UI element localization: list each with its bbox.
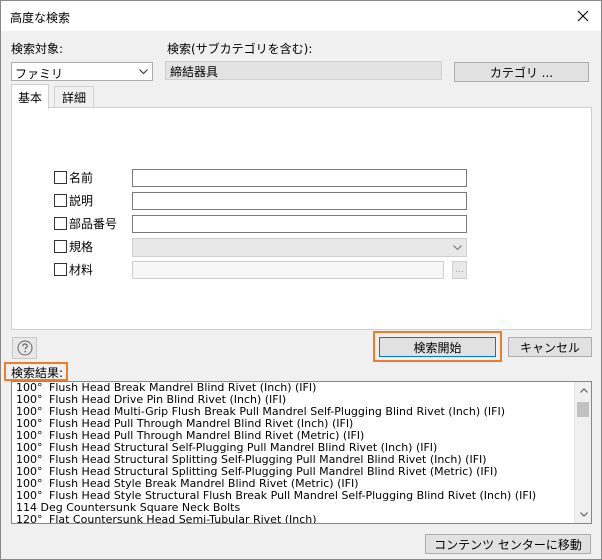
name-input[interactable]	[132, 169, 467, 187]
scroll-up-button[interactable]	[575, 382, 591, 399]
result-col-2: Flat Countersunk Head Semi-Tubular Rivet…	[49, 513, 317, 524]
scroll-down-button[interactable]	[575, 506, 591, 523]
search-category-field: 締結器具	[165, 61, 442, 80]
part-number-input[interactable]	[132, 215, 467, 233]
title-bar: 高度な検索	[1, 1, 601, 31]
description-label: 説明	[69, 194, 94, 208]
tab-detail[interactable]: 詳細	[54, 86, 94, 108]
name-label: 名前	[69, 171, 94, 185]
results-scrollbar[interactable]	[574, 382, 591, 523]
search-target-select[interactable]: ファミリ	[11, 62, 153, 81]
result-col-1: 120°	[16, 513, 43, 524]
window-title: 高度な検索	[10, 11, 71, 25]
search-start-button[interactable]: 検索開始	[379, 337, 496, 357]
standard-select[interactable]	[132, 238, 467, 257]
description-checkbox[interactable]	[54, 194, 67, 207]
results-label: 検索結果:	[11, 366, 64, 380]
search-target-value: ファミリ	[15, 67, 64, 81]
scroll-down-icon	[579, 512, 588, 517]
basic-search-panel: 名前 説明 部品番号 規格 材料 ...	[11, 107, 592, 330]
help-button[interactable]	[12, 337, 37, 359]
part-number-label: 部品番号	[69, 217, 118, 231]
material-checkbox[interactable]	[54, 263, 67, 276]
search-target-label: 検索対象:	[11, 42, 64, 56]
close-icon	[577, 10, 589, 22]
category-button[interactable]: カテゴリ ...	[454, 62, 589, 82]
tab-basic[interactable]: 基本	[11, 84, 49, 109]
search-category-value: 締結器具	[170, 65, 219, 79]
move-to-content-center-button[interactable]: コンテンツ センターに移動	[425, 534, 591, 554]
advanced-search-dialog: 高度な検索 検索対象: ファミリ 検索(サブカテゴリを含む): 締結器具 カテゴ…	[0, 0, 602, 560]
standard-checkbox[interactable]	[54, 240, 67, 253]
search-category-label: 検索(サブカテゴリを含む):	[167, 42, 313, 56]
results-list[interactable]: 100° Flush Head Break Mandrel Blind Rivet…	[11, 381, 592, 524]
cancel-button[interactable]: キャンセル	[508, 337, 592, 357]
list-item[interactable]: 120° Flat Countersunk Head Semi-Tubular R…	[12, 513, 574, 524]
scroll-up-icon	[579, 388, 588, 393]
help-icon	[17, 340, 32, 356]
chevron-down-icon	[452, 244, 462, 250]
chevron-down-icon	[139, 68, 148, 74]
part-number-checkbox[interactable]	[54, 217, 67, 230]
material-input[interactable]	[132, 261, 444, 279]
name-checkbox[interactable]	[54, 171, 67, 184]
results-rows: 100° Flush Head Break Mandrel Blind Rivet…	[12, 382, 574, 523]
standard-label: 規格	[69, 240, 94, 254]
scroll-thumb[interactable]	[577, 402, 589, 417]
material-label: 材料	[69, 263, 94, 277]
close-button[interactable]	[565, 1, 601, 31]
description-input[interactable]	[132, 192, 467, 210]
material-browse-button[interactable]: ...	[452, 261, 467, 279]
